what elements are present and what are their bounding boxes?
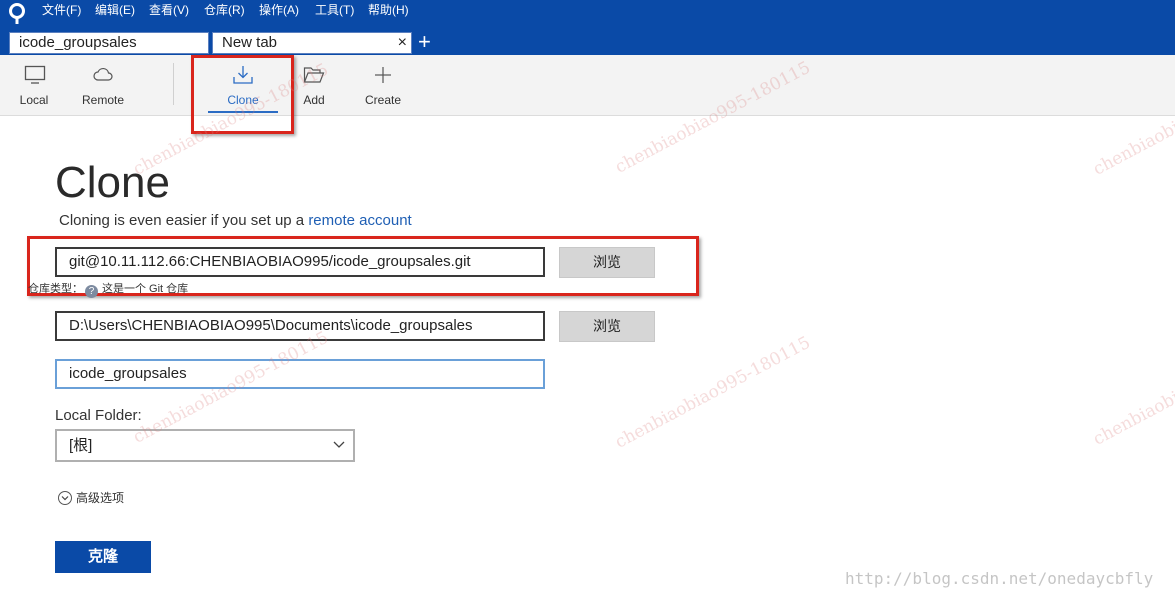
repo-type-label: 仓库类型：	[28, 283, 83, 295]
folder-open-icon	[303, 67, 325, 83]
source-watermark: http://blog.csdn.net/onedaycbfly	[845, 569, 1154, 588]
browse-source-button[interactable]: 浏览	[559, 247, 655, 278]
active-tab-indicator	[208, 111, 278, 113]
repo-type-info: 仓库类型：? 这是一个 Git 仓库	[28, 280, 188, 298]
page-subtitle: Cloning is even easier if you set up a r…	[59, 212, 412, 229]
menu-view[interactable]: 查看(V)	[149, 0, 189, 20]
tab-bar: icode_groupsales New tab × +	[0, 29, 1175, 55]
menu-tools[interactable]: 工具(T)	[315, 0, 354, 20]
toolbar: Local Remote Clone Add Create	[0, 55, 1175, 116]
page-title: Clone	[55, 158, 170, 207]
clone-button[interactable]: Clone	[208, 55, 278, 115]
advanced-options-toggle[interactable]: 高级选项	[58, 489, 124, 506]
chevron-down-icon	[333, 441, 345, 448]
local-folder-select[interactable]: [根]	[55, 429, 355, 462]
cloud-icon	[93, 67, 113, 81]
local-label: Local	[19, 93, 49, 107]
sourcetree-logo-icon	[9, 3, 25, 24]
menu-file[interactable]: 文件(F)	[42, 0, 81, 20]
destination-path-input[interactable]: D:\Users\CHENBIAOBIAO995\Documents\icode…	[55, 311, 545, 341]
browse-destination-button[interactable]: 浏览	[559, 311, 655, 342]
menu-help[interactable]: 帮助(H)	[368, 0, 409, 20]
add-button[interactable]: Add	[279, 55, 349, 115]
plus-icon	[375, 67, 391, 83]
monitor-icon	[24, 65, 46, 84]
repo-type-value: 这是一个 Git 仓库	[102, 283, 189, 295]
menu-actions[interactable]: 操作(A)	[259, 0, 299, 20]
source-url-input[interactable]: git@10.11.112.66:CHENBIAOBIAO995/icode_g…	[55, 247, 545, 277]
clone-submit-button[interactable]: 克隆	[55, 541, 151, 573]
menu-edit[interactable]: 编辑(E)	[95, 0, 135, 20]
menu-bar: 文件(F) 编辑(E) 查看(V) 仓库(R) 操作(A) 工具(T) 帮助(H…	[0, 0, 1175, 29]
create-label: Create	[364, 93, 402, 107]
remote-label: Remote	[81, 93, 125, 107]
remote-button[interactable]: Remote	[68, 55, 138, 115]
tab-close-icon[interactable]: ×	[398, 33, 407, 53]
menu-repository[interactable]: 仓库(R)	[204, 0, 245, 20]
add-label: Add	[303, 93, 325, 107]
repo-name-input[interactable]: icode_groupsales	[55, 359, 545, 389]
add-tab-icon[interactable]: +	[418, 31, 431, 53]
local-folder-value: [根]	[69, 437, 93, 454]
expand-chevron-icon	[58, 491, 72, 505]
watermark-text: chenbiaobiao995-180115	[612, 332, 814, 453]
watermark-text: chenbiaobiao995-180115	[1090, 329, 1175, 450]
local-button[interactable]: Local	[0, 55, 70, 115]
create-button[interactable]: Create	[348, 55, 418, 115]
local-folder-label: Local Folder:	[55, 407, 142, 424]
tab-icode-groupsales[interactable]: icode_groupsales	[9, 32, 209, 54]
toolbar-divider	[173, 63, 174, 105]
tab-label: icode_groupsales	[19, 34, 137, 51]
tab-label: New tab	[222, 34, 278, 51]
help-icon: ?	[85, 285, 98, 298]
tab-new-tab[interactable]: New tab ×	[212, 32, 412, 54]
subtitle-text: Cloning is even easier if you set up a	[59, 212, 309, 229]
download-icon	[233, 66, 253, 84]
clone-label: Clone	[227, 93, 259, 107]
advanced-options-label: 高级选项	[76, 491, 125, 505]
remote-account-link[interactable]: remote account	[308, 212, 411, 229]
